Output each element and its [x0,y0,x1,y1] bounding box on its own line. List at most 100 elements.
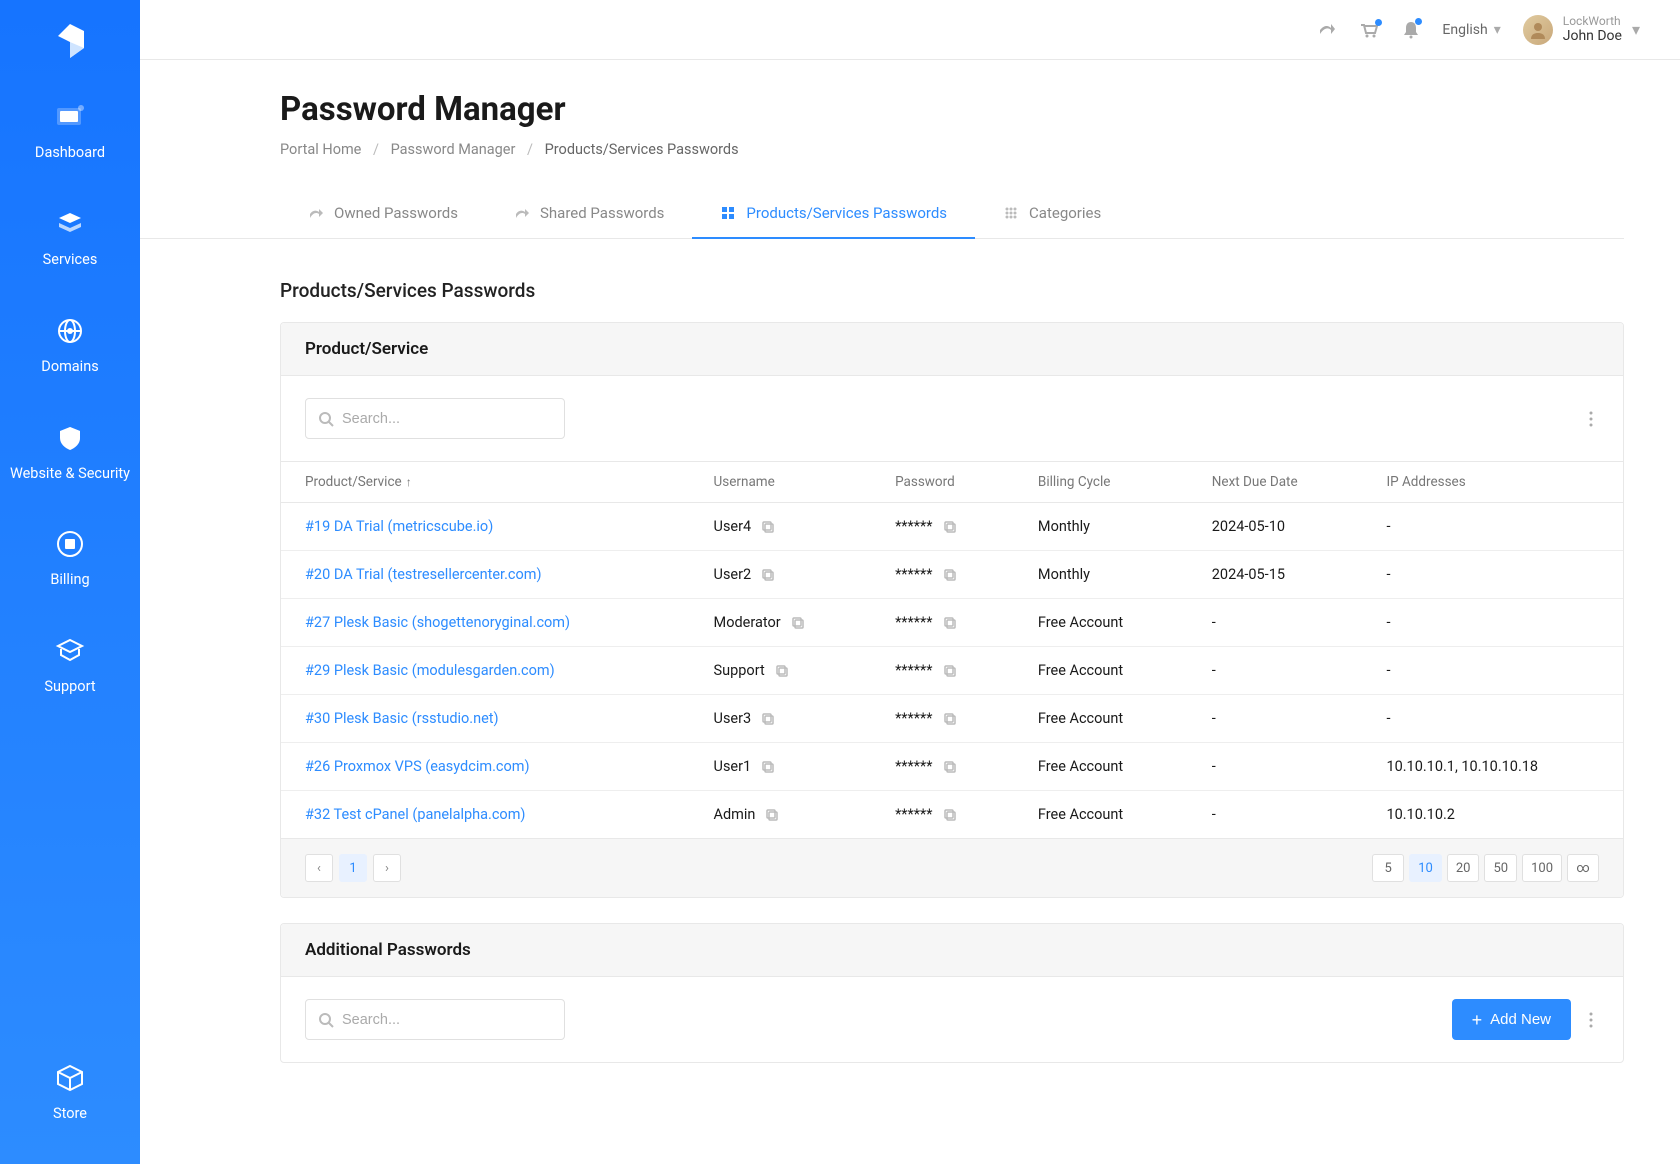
add-new-button[interactable]: + Add New [1452,999,1571,1040]
password-value: ****** [895,758,932,775]
copy-icon[interactable] [775,664,789,678]
sidebar-item-dashboard[interactable]: Dashboard [35,100,105,163]
product-link[interactable]: #29 Plesk Basic (modulesgarden.com) [305,662,555,679]
more-menu[interactable] [1583,1006,1599,1034]
copy-icon[interactable] [943,568,957,582]
product-link[interactable]: #30 Plesk Basic (rsstudio.net) [305,710,499,727]
sidebar-label: Services [43,251,98,270]
product-link[interactable]: #20 DA Trial (testresellercenter.com) [305,566,542,583]
sidebar-item-store[interactable]: Store [53,1061,87,1124]
page-size-option[interactable]: 100 [1522,854,1562,882]
table-row: #32 Test cPanel (panelalpha.com)Admin***… [281,791,1623,839]
chevron-down-icon: ▾ [1494,22,1501,38]
product-link[interactable]: #27 Plesk Basic (shogettenoryginal.com) [305,614,570,631]
panel-tools: + Add New [281,977,1623,1062]
copy-icon[interactable] [943,808,957,822]
product-link[interactable]: #26 Proxmox VPS (easydcim.com) [305,758,530,775]
search-box[interactable] [305,999,565,1040]
breadcrumb-current: Products/Services Passwords [545,141,739,158]
password-value: ****** [895,566,932,583]
tab-categories[interactable]: Categories [975,188,1129,238]
table-row: #26 Proxmox VPS (easydcim.com) User1 *****… [281,743,1623,791]
copy-icon[interactable] [943,712,957,726]
product-link[interactable]: #32 Test cPanel (panelalpha.com) [305,806,525,823]
sidebar-item-domains[interactable]: Domains [41,314,98,377]
language-selector[interactable]: English ▾ [1442,22,1500,38]
copy-icon[interactable] [943,760,957,774]
share-icon[interactable] [1318,22,1336,38]
dots-icon [1003,205,1019,221]
sidebar-item-security[interactable]: Website & Security [10,421,130,484]
panel-header: Product/Service [281,323,1623,376]
page-nav: ‹ 1 › [305,854,401,882]
copy-icon[interactable] [761,568,775,582]
page-next[interactable]: › [373,854,401,882]
grid-icon [720,205,736,221]
share-icon [308,205,324,221]
due-value: - [1188,791,1363,839]
panel-header: Additional Passwords [281,924,1623,977]
copy-icon[interactable] [791,616,805,630]
table-row: #20 DA Trial (testresellercenter.com)Use… [281,551,1623,599]
page-size-option[interactable]: 20 [1447,854,1480,882]
col-cycle[interactable]: Billing Cycle [1014,462,1188,503]
copy-icon[interactable] [761,760,775,774]
bell-icon[interactable] [1402,20,1420,40]
share-icon [514,205,530,221]
search-input[interactable] [342,1012,552,1028]
tab-owned[interactable]: Owned Passwords [280,188,486,238]
additional-panel: Additional Passwords + Add New [280,923,1624,1063]
tab-shared[interactable]: Shared Passwords [486,188,692,238]
sidebar-item-services[interactable]: Services [43,207,98,270]
table-row: #30 Plesk Basic (rsstudio.net)User3*****… [281,695,1623,743]
copy-icon[interactable] [943,616,957,630]
page-size-option[interactable]: 10 [1409,854,1442,882]
search-input[interactable] [342,411,552,427]
copy-icon[interactable] [761,712,775,726]
cycle-value: Free Account [1014,599,1188,647]
password-value: ****** [895,806,932,823]
product-link[interactable]: #19 DA Trial (metricscube.io) [305,518,493,535]
copy-icon[interactable] [943,520,957,534]
page-size-option[interactable]: 50 [1484,854,1517,882]
username-value: User3 [714,710,752,727]
search-box[interactable] [305,398,565,439]
col-due[interactable]: Next Due Date [1188,462,1363,503]
cycle-value: Monthly [1014,551,1188,599]
sidebar-item-support[interactable]: Support [44,634,95,697]
col-password[interactable]: Password [871,462,1014,503]
user-menu[interactable]: LockWorth John Doe ▾ [1523,14,1640,45]
sidebar-item-billing[interactable]: Billing [50,527,89,590]
dashboard-icon [53,100,87,134]
copy-icon[interactable] [765,808,779,822]
breadcrumb-mid[interactable]: Password Manager [391,141,516,158]
col-ip[interactable]: IP Addresses [1362,462,1623,503]
cycle-value: Free Account [1014,647,1188,695]
copy-icon[interactable] [761,520,775,534]
avatar [1523,15,1553,45]
page-size-option[interactable]: ∞ [1567,854,1599,882]
username-value: User1 [714,758,752,775]
tab-products[interactable]: Products/Services Passwords [692,188,975,238]
username-value: User4 [714,518,752,535]
table-row: #27 Plesk Basic (shogettenoryginal.com) M… [281,599,1623,647]
due-value: 2024-05-10 [1188,503,1363,551]
username-value: Support [714,662,765,679]
col-product[interactable]: Product/Service↑ [281,462,690,503]
page-size-option[interactable]: 5 [1372,854,1404,882]
brand-logo[interactable] [52,24,88,60]
store-icon [53,1061,87,1095]
panel-tools [281,376,1623,461]
page-prev[interactable]: ‹ [305,854,333,882]
page-number[interactable]: 1 [339,854,367,882]
breadcrumb-home[interactable]: Portal Home [280,141,361,158]
copy-icon[interactable] [943,664,957,678]
password-value: ****** [895,614,932,631]
user-name: John Doe [1563,28,1622,45]
username-value: Moderator [714,614,781,631]
col-username[interactable]: Username [690,462,872,503]
more-menu[interactable] [1583,405,1599,433]
pagination: ‹ 1 › 5102050100∞ [281,838,1623,897]
tab-label: Shared Passwords [540,204,664,222]
cart-icon[interactable] [1358,21,1380,39]
